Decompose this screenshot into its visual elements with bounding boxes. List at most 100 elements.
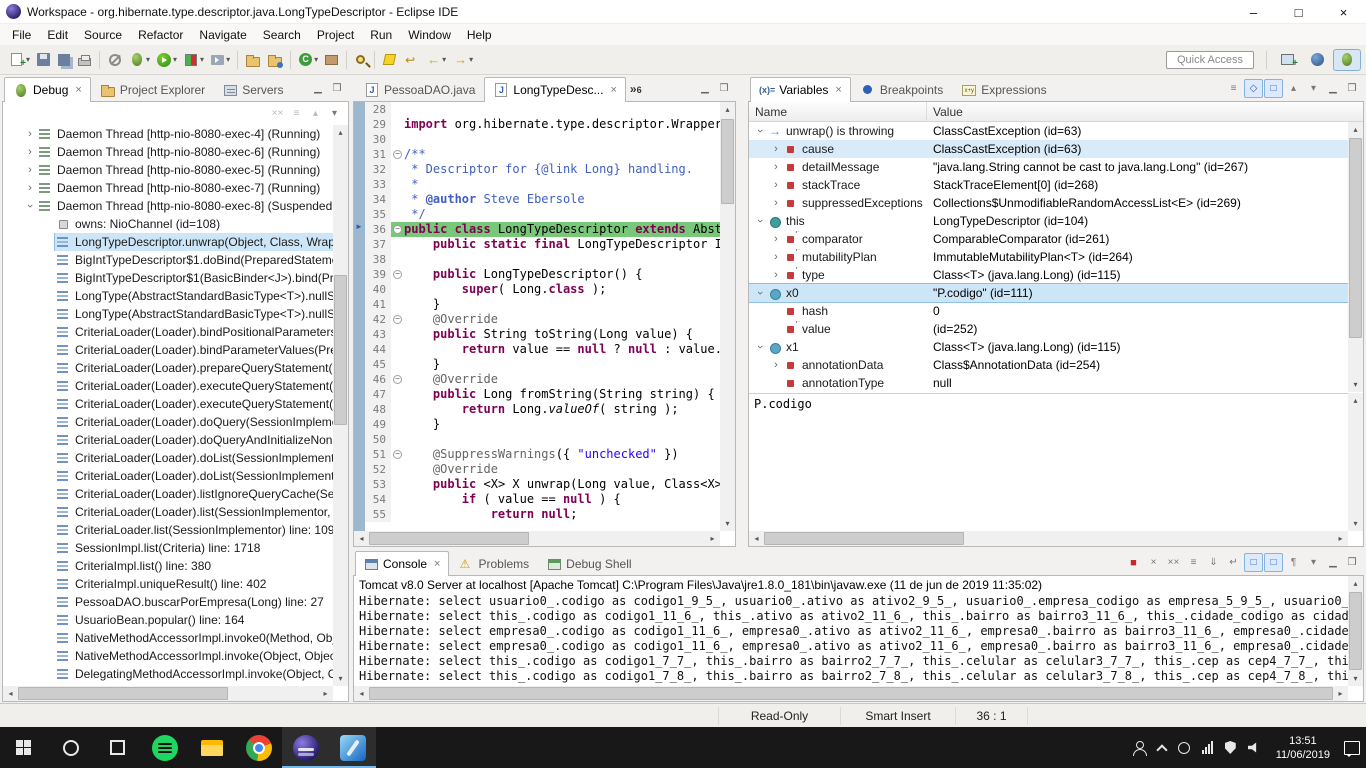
console-horizontal-scrollbar[interactable]: ◂ ▸ (354, 686, 1348, 701)
taskbar-java-app-button[interactable] (329, 727, 376, 768)
debug-tree-row[interactable]: CriteriaLoader(Loader).doList(SessionImp… (3, 449, 333, 467)
minimize-button[interactable]: – (1231, 0, 1276, 24)
editor-tab-overflow[interactable]: »6 (630, 82, 642, 96)
collapse-toggle-icon[interactable]: − (393, 315, 402, 324)
variable-row[interactable]: ›suppressedExceptionsCollections$Unmodif… (749, 194, 1348, 212)
editor-line[interactable]: 51− @SuppressWarnings({ "unchecked" }) (365, 447, 720, 462)
detail-vertical-scrollbar[interactable]: ▴ ▾ (1348, 393, 1363, 531)
taskbar-file-explorer-button[interactable] (188, 727, 235, 768)
editor-line[interactable]: 32 * Descriptor for {@link Long} handlin… (365, 162, 720, 177)
tab-expressions[interactable]: Expressions (952, 77, 1055, 102)
menu-refactor[interactable]: Refactor (130, 26, 191, 44)
tab-debug[interactable]: Debug× (4, 77, 91, 102)
scroll-up-icon[interactable]: ▴ (333, 125, 348, 140)
editor-line[interactable]: 30 (365, 132, 720, 147)
toolbar-search-button[interactable] (351, 48, 370, 72)
variable-row[interactable]: ›mutabilityPlanImmutableMutabilityPlan<T… (749, 248, 1348, 266)
toolbar-save-all-button[interactable] (54, 48, 74, 72)
menu-edit[interactable]: Edit (39, 26, 76, 44)
debug-tree-row[interactable]: CriteriaImpl.uniqueResult() line: 402 (3, 575, 333, 593)
editor-line[interactable]: 42− @Override (365, 312, 720, 327)
open-perspective-button[interactable] (1273, 49, 1302, 71)
collapse-toggle-icon[interactable]: − (393, 375, 402, 384)
scroll-right-icon[interactable]: ▸ (318, 686, 333, 701)
clock[interactable]: 13:5111/06/2019 (1268, 727, 1338, 768)
show-type-names-icon[interactable]: ≡ (1224, 79, 1243, 98)
editor-line[interactable]: 33 * (365, 177, 720, 192)
variables-horizontal-scrollbar[interactable]: ◂ ▸ (749, 531, 1348, 546)
debug-tree-row[interactable]: BigIntTypeDescriptor$1.doBind(PreparedSt… (3, 251, 333, 269)
tree-collapsed-arrow-icon[interactable]: › (769, 251, 783, 263)
tree-collapsed-arrow-icon[interactable]: › (769, 179, 783, 191)
close-icon[interactable]: × (610, 84, 616, 96)
close-button[interactable]: × (1321, 0, 1366, 24)
debug-tree-row[interactable]: ›Daemon Thread [http-nio-8080-exec-6] (R… (3, 143, 333, 161)
tray-overflow-button[interactable] (1152, 727, 1172, 768)
terminate-icon[interactable]: ■ (1124, 553, 1143, 572)
tree-collapsed-arrow-icon[interactable]: › (769, 269, 783, 281)
tree-collapsed-arrow-icon[interactable]: › (769, 161, 783, 173)
editor-line[interactable]: 36−public class LongTypeDescriptor exten… (365, 222, 720, 237)
scroll-down-icon[interactable]: ▾ (720, 516, 735, 531)
scroll-up-icon[interactable]: ▴ (1348, 576, 1363, 591)
scroll-down-icon[interactable]: ▾ (1348, 377, 1363, 392)
menu-navigate[interactable]: Navigate (191, 26, 254, 44)
perspective-javaee-button[interactable] (1304, 49, 1331, 71)
toolbar-print-button[interactable] (74, 48, 95, 72)
dropdown-arrow-icon[interactable]: ▾ (173, 55, 177, 64)
debug-tree-row[interactable]: ›Daemon Thread [http-nio-8080-exec-8] (S… (3, 197, 333, 215)
editor-line[interactable]: 49 } (365, 417, 720, 432)
editor-line[interactable]: 38 (365, 252, 720, 267)
debug-tree-row[interactable]: UsuarioBean.popular() line: 164 (3, 611, 333, 629)
collapse-all-icon[interactable]: ▴ (306, 104, 325, 123)
editor-line[interactable]: 44 return value == null ? null : value.t… (365, 342, 720, 357)
dropdown-arrow-icon[interactable]: ▾ (200, 55, 204, 64)
tab-servers[interactable]: Servers (214, 77, 292, 102)
editor-horizontal-scrollbar[interactable]: ◂ ▸ (354, 531, 720, 546)
clear-console-icon[interactable]: ≡ (1184, 553, 1203, 572)
tree-collapsed-arrow-icon[interactable]: › (769, 197, 783, 209)
toolbar-last-edit-location-button[interactable] (400, 48, 422, 72)
toolbar-mark-occurrences-button[interactable] (379, 48, 400, 72)
tab-longtypedesc[interactable]: LongTypeDesc...× (484, 77, 626, 102)
close-icon[interactable]: × (75, 84, 81, 96)
editor-line[interactable]: 35 */ (365, 207, 720, 222)
minimize-view-icon[interactable]: ▁ (1324, 554, 1342, 572)
tree-collapsed-arrow-icon[interactable]: › (769, 233, 783, 245)
editor-line[interactable]: 39− public LongTypeDescriptor() { (365, 267, 720, 282)
network-button[interactable] (1196, 727, 1219, 768)
editor-line[interactable]: 55 return null; (365, 507, 720, 522)
editor-line[interactable]: 52 @Override (365, 462, 720, 477)
show-logical-structures-icon[interactable]: ◇ (1244, 79, 1263, 98)
tab-variables[interactable]: (x)=Variables× (750, 77, 851, 102)
toolbar-forward-button[interactable]: ▾ (449, 48, 476, 72)
scroll-left-icon[interactable]: ◂ (749, 531, 764, 546)
maximize-view-icon[interactable]: ❒ (328, 79, 346, 97)
scroll-right-icon[interactable]: ▸ (1333, 686, 1348, 701)
word-wrap-icon[interactable]: ↵ (1224, 553, 1243, 572)
editor-line[interactable]: 31−/** (365, 147, 720, 162)
editor-line[interactable]: 54 if ( value == null ) { (365, 492, 720, 507)
debug-tree-row[interactable]: BigIntTypeDescriptor$1(BasicBinder<J>).b… (3, 269, 333, 287)
toolbar-new-button[interactable]: ▾ (5, 48, 33, 72)
scrollbar-thumb[interactable] (1349, 138, 1362, 338)
pin-console-icon[interactable]: ¶ (1284, 553, 1303, 572)
menu-source[interactable]: Source (76, 26, 130, 44)
menu-window[interactable]: Window (400, 26, 459, 44)
security-button[interactable] (1219, 727, 1242, 768)
scroll-down-icon[interactable]: ▾ (333, 671, 348, 686)
scroll-up-icon[interactable]: ▴ (720, 102, 735, 117)
debug-tree-row[interactable]: CriteriaLoader(Loader).doList(SessionImp… (3, 467, 333, 485)
collapse-toggle-icon[interactable]: − (393, 270, 402, 279)
scrollbar-thumb[interactable] (764, 532, 964, 545)
variable-row[interactable]: ›unwrap() is throwingClassCastException … (749, 122, 1348, 140)
scroll-down-icon[interactable]: ▾ (1348, 516, 1363, 531)
editor-line[interactable]: 45 } (365, 357, 720, 372)
minimize-view-icon[interactable]: ▁ (1324, 80, 1342, 98)
scrollbar-thumb[interactable] (721, 119, 734, 204)
variable-row[interactable]: ›thisLongTypeDescriptor (id=104) (749, 212, 1348, 230)
editor-vertical-scrollbar[interactable]: ▴ ▾ (720, 102, 735, 531)
tree-collapsed-arrow-icon[interactable]: › (769, 143, 783, 155)
menu-run[interactable]: Run (362, 26, 400, 44)
task-view-button[interactable] (94, 727, 141, 768)
